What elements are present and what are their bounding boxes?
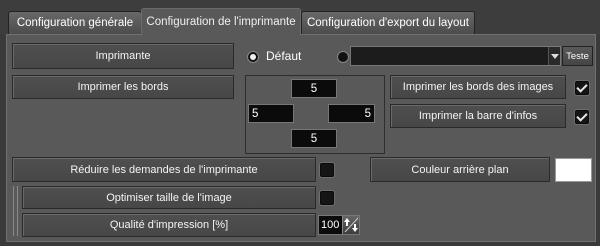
print-quality-label-text: Qualité d'impression [%]	[109, 219, 229, 231]
print-quality-spinbox[interactable]: 100	[318, 215, 360, 235]
tab-layout-export-config[interactable]: Configuration d'export du layout	[301, 11, 475, 34]
border-left-value: 5	[252, 107, 259, 120]
border-left-input[interactable]: 5	[248, 104, 294, 123]
tab-layout-export-config-label: Configuration d'export du layout	[306, 17, 470, 29]
print-info-bar-checkbox[interactable]	[575, 110, 589, 124]
tab-printer-config[interactable]: Configuration de l'imprimante	[141, 8, 301, 35]
tab-general-config-label: Configuration générale	[16, 17, 134, 29]
print-borders-label: Imprimer les bords	[12, 75, 234, 99]
border-right-input[interactable]: 5	[328, 104, 375, 123]
reduce-requests-label: Réduire les demandes de l'imprimante	[12, 157, 316, 182]
background-color-swatch[interactable]	[555, 158, 592, 182]
border-bottom-input[interactable]: 5	[291, 129, 337, 148]
tab-general-config[interactable]: Configuration générale	[8, 11, 142, 34]
print-image-borders-checkbox[interactable]	[575, 81, 589, 95]
custom-printer-radio[interactable]	[337, 51, 349, 63]
printer-label-text: Imprimante	[95, 50, 151, 62]
print-borders-label-text: Imprimer les bords	[77, 81, 169, 93]
printer-select[interactable]	[350, 46, 561, 66]
tab-printer-config-label: Configuration de l'imprimante	[146, 16, 296, 28]
background-color-label-text: Couleur arrière plan	[411, 163, 509, 176]
print-info-bar-label: Imprimer la barre d'infos	[390, 104, 566, 128]
printer-label: Imprimante	[12, 43, 234, 69]
test-printer-button[interactable]: Teste	[562, 46, 593, 66]
border-right-value: 5	[364, 107, 371, 120]
tab-bar: Configuration générale Configuration de …	[0, 0, 600, 35]
reduce-requests-label-text: Réduire les demandes de l'imprimante	[70, 163, 258, 176]
test-printer-button-label: Teste	[566, 50, 589, 62]
reduce-requests-checkbox[interactable]	[320, 163, 334, 177]
default-printer-radio[interactable]	[247, 51, 259, 63]
border-top-input[interactable]: 5	[291, 79, 337, 98]
spin-arrows-icon[interactable]	[342, 216, 359, 234]
border-top-value: 5	[310, 82, 318, 95]
optimize-image-size-label: Optimiser taille de l'image	[22, 186, 316, 209]
print-quality-label: Qualité d'impression [%]	[22, 213, 316, 237]
optimize-image-size-label-text: Optimiser taille de l'image	[106, 191, 232, 204]
background-color-label: Couleur arrière plan	[370, 157, 550, 182]
print-info-bar-label-text: Imprimer la barre d'infos	[418, 110, 538, 122]
border-bottom-value: 5	[310, 132, 318, 145]
optimize-image-size-checkbox[interactable]	[320, 191, 334, 205]
group-indent-bar	[13, 186, 18, 236]
chevron-down-icon	[548, 47, 560, 65]
default-printer-label: Défaut	[266, 49, 302, 63]
print-quality-value: 100	[321, 219, 340, 231]
print-image-borders-label: Imprimer les bords des images	[390, 75, 566, 99]
print-image-borders-label-text: Imprimer les bords des images	[402, 81, 554, 93]
